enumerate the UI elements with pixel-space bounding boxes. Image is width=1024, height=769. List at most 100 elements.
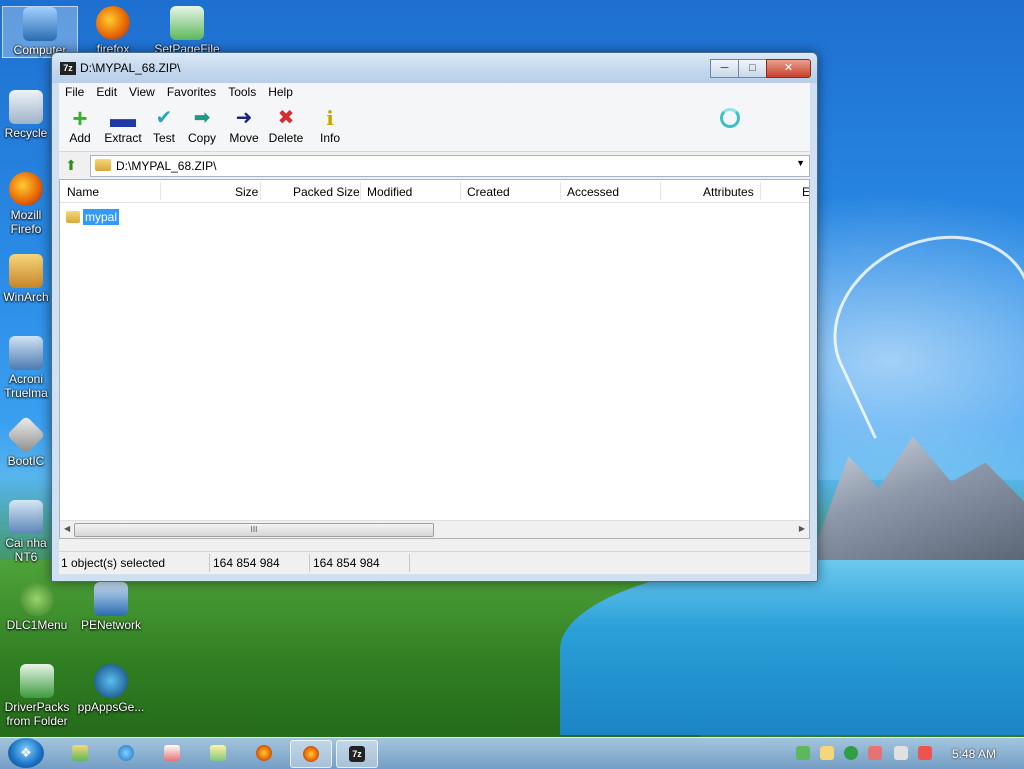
column-accessed[interactable]: Accessed bbox=[567, 185, 619, 199]
info-button[interactable]: i Info bbox=[315, 105, 345, 145]
folder-up-icon[interactable]: ⬆ bbox=[63, 157, 79, 173]
column-created[interactable]: Created bbox=[467, 185, 510, 199]
7zip-icon: 7z bbox=[349, 746, 365, 762]
scroll-thumb[interactable]: III bbox=[74, 523, 434, 537]
taskbar-clock[interactable]: 5:48 AM bbox=[952, 747, 996, 761]
tray-network-icon[interactable] bbox=[894, 746, 908, 760]
scroll-right-icon[interactable]: ▶ bbox=[799, 524, 805, 533]
address-bar: ⬆ D:\MYPAL_68.ZIP\ ▼ bbox=[59, 153, 810, 177]
minus-icon: ▬ bbox=[110, 103, 136, 133]
menu-edit[interactable]: Edit bbox=[90, 83, 123, 103]
taskbar-ie[interactable] bbox=[106, 740, 146, 766]
taskbar-explorer[interactable] bbox=[60, 740, 100, 766]
desktop-icon-ppappsge[interactable]: ppAppsGe... bbox=[74, 664, 148, 714]
desktop-icon-penetwork[interactable]: PENetwork bbox=[74, 582, 148, 632]
tray-tool-icon[interactable] bbox=[868, 746, 882, 760]
column-size[interactable]: Size bbox=[235, 185, 258, 199]
table-row[interactable]: mypal bbox=[66, 208, 120, 226]
tray-drive-icon[interactable] bbox=[820, 746, 834, 760]
desktop-icon-cai-nha-nt6[interactable]: Cai nha NT6 bbox=[0, 500, 52, 564]
horizontal-scrollbar[interactable]: ◀ III ▶ bbox=[60, 520, 809, 538]
firefox-icon bbox=[96, 6, 130, 40]
desktop-icon-computer[interactable]: Computer bbox=[2, 6, 78, 58]
file-list[interactable]: Name Size Packed Size Modified Created A… bbox=[59, 179, 810, 539]
status-packed-size: 164 854 984 bbox=[313, 556, 380, 570]
status-selected: 1 object(s) selected bbox=[61, 556, 166, 570]
x-icon: ✖ bbox=[277, 107, 295, 129]
column-e[interactable]: E bbox=[802, 185, 809, 199]
check-icon: ✔ bbox=[155, 107, 173, 129]
maximize-button[interactable]: □ bbox=[738, 59, 767, 78]
start-button[interactable]: ❖ bbox=[8, 738, 44, 768]
taskbar-7zip-window[interactable]: 7z bbox=[336, 740, 378, 768]
desktop-icon-firefox[interactable]: firefox bbox=[76, 6, 150, 56]
menu-favorites[interactable]: Favorites bbox=[161, 83, 222, 103]
column-modified[interactable]: Modified bbox=[367, 185, 412, 199]
tray-volume-muted-icon[interactable] bbox=[918, 746, 932, 760]
extract-button[interactable]: ▬ Extract bbox=[99, 105, 147, 145]
desktop-icon-bootice[interactable]: BootIC bbox=[0, 415, 52, 468]
menu-view[interactable]: View bbox=[123, 83, 161, 103]
setpagefile-icon bbox=[170, 6, 204, 40]
archive-folder-icon bbox=[95, 159, 111, 171]
desktop-icon-driverpacks[interactable]: DriverPacks from Folder bbox=[0, 664, 74, 728]
desktop-icon-dlc1menu[interactable]: DLC1Menu bbox=[0, 582, 74, 632]
copy-button[interactable]: ➡ Copy bbox=[185, 105, 219, 145]
menu-bar: File Edit View Favorites Tools Help bbox=[59, 83, 810, 103]
taskbar-firefox-window[interactable] bbox=[290, 740, 332, 768]
loading-icon bbox=[720, 108, 740, 128]
column-name[interactable]: Name bbox=[67, 185, 99, 199]
desktop-icon-winarch[interactable]: WinArch bbox=[0, 254, 52, 304]
driverpacks-icon bbox=[20, 664, 54, 698]
address-text: D:\MYPAL_68.ZIP\ bbox=[116, 159, 217, 173]
add-button[interactable]: + Add bbox=[63, 105, 97, 145]
test-button[interactable]: ✔ Test bbox=[149, 105, 179, 145]
dlc1menu-icon bbox=[20, 582, 54, 616]
firefox-icon bbox=[256, 745, 272, 761]
firefox-icon bbox=[303, 746, 319, 762]
paint-icon bbox=[210, 745, 226, 761]
tray-shield-icon[interactable] bbox=[796, 746, 810, 760]
plus-icon: + bbox=[72, 103, 88, 133]
desktop-icon-recycle[interactable]: Recycle bbox=[0, 90, 52, 140]
column-divider bbox=[560, 182, 561, 200]
scroll-left-icon[interactable]: ◀ bbox=[64, 524, 70, 533]
status-bar: 1 object(s) selected 164 854 984 164 854… bbox=[59, 551, 810, 574]
desktop-icon-mozilla-firefox[interactable]: Mozill Firefo bbox=[0, 172, 52, 236]
taskbar-paint[interactable] bbox=[198, 740, 238, 766]
status-divider bbox=[409, 554, 410, 572]
taskbar-app[interactable] bbox=[152, 740, 192, 766]
column-packed-size[interactable]: Packed Size bbox=[293, 185, 360, 199]
folder-icon bbox=[66, 211, 80, 223]
installer-icon bbox=[9, 500, 43, 534]
close-button[interactable]: ✕ bbox=[766, 59, 811, 78]
menu-file[interactable]: File bbox=[59, 83, 90, 103]
taskbar: ❖ 7z 5:48 AM bbox=[0, 737, 1024, 769]
row-name: mypal bbox=[83, 209, 120, 225]
address-field[interactable]: D:\MYPAL_68.ZIP\ ▼ bbox=[90, 155, 810, 177]
desktop-icon-setpagefile[interactable]: SetPageFile bbox=[150, 6, 224, 56]
delete-button[interactable]: ✖ Delete bbox=[267, 105, 305, 145]
column-divider bbox=[260, 182, 261, 200]
info-icon: i bbox=[326, 106, 334, 130]
chevron-down-icon[interactable]: ▼ bbox=[796, 158, 805, 168]
ppapps-icon bbox=[94, 664, 128, 698]
bootice-icon bbox=[6, 415, 46, 455]
title-bar[interactable]: 7z D:\MYPAL_68.ZIP\ ─ □ ✕ bbox=[52, 53, 817, 83]
windows-logo-icon: ❖ bbox=[20, 745, 32, 760]
column-divider bbox=[360, 182, 361, 200]
column-attributes[interactable]: Attributes bbox=[703, 185, 754, 199]
minimize-button[interactable]: ─ bbox=[710, 59, 739, 78]
status-size: 164 854 984 bbox=[213, 556, 280, 570]
taskbar-firefox[interactable] bbox=[244, 740, 284, 766]
double-arrow-icon: ➡ bbox=[193, 107, 211, 129]
acronis-icon bbox=[9, 336, 43, 370]
recycle-bin-icon bbox=[9, 90, 43, 124]
status-divider bbox=[309, 554, 310, 572]
desktop-icon-acronis[interactable]: Acroni Truelma bbox=[0, 336, 52, 400]
arrow-right-icon: ➜ bbox=[235, 107, 253, 129]
menu-help[interactable]: Help bbox=[262, 83, 299, 103]
move-button[interactable]: ➜ Move bbox=[227, 105, 261, 145]
menu-tools[interactable]: Tools bbox=[222, 83, 262, 103]
tray-play-icon[interactable] bbox=[844, 746, 858, 760]
